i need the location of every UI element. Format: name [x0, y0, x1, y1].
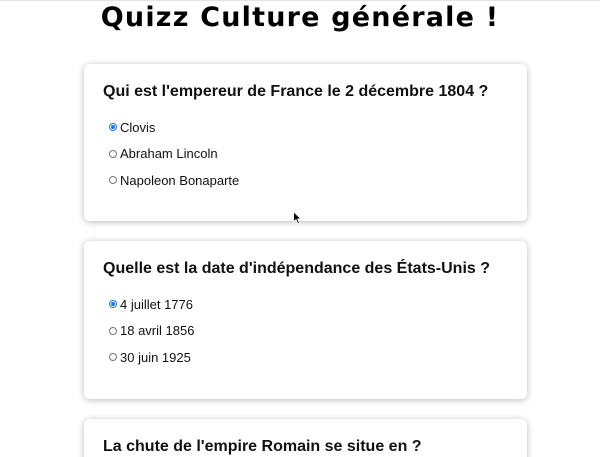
option-label: Napoleon Bonaparte: [120, 172, 240, 188]
answer-option[interactable]: Abraham Lincoln: [103, 144, 507, 164]
question-card-3: La chute de l'empire Romain se situe en …: [84, 419, 527, 457]
radio-button[interactable]: [109, 149, 117, 158]
answer-option[interactable]: 18 avril 1856: [103, 321, 507, 341]
radio-button-selected[interactable]: [109, 300, 117, 308]
radio-button[interactable]: [109, 326, 117, 335]
option-label: Clovis: [120, 119, 156, 135]
answer-option[interactable]: 4 juillet 1776: [103, 294, 507, 314]
radio-button-selected[interactable]: [109, 123, 117, 131]
option-label: 18 avril 1856: [120, 323, 195, 338]
question-card-1: Qui est l'empereur de France le 2 décemb…: [84, 64, 527, 221]
quiz-page: Quizz Culture générale ! Qui est l'emper…: [0, 0, 600, 457]
question-text: La chute de l'empire Romain se situe en …: [103, 438, 422, 455]
question-card-2: Quelle est la date d'indépendance des Ét…: [84, 241, 527, 399]
answer-option[interactable]: Clovis: [103, 117, 507, 137]
question-text: Qui est l'empereur de France le 2 décemb…: [103, 83, 489, 100]
answer-option[interactable]: Napoleon Bonaparte: [103, 170, 507, 190]
page-title: Quizz Culture générale !: [100, 2, 500, 33]
radio-button[interactable]: [109, 353, 117, 361]
question-text: Quelle est la date d'indépendance des Ét…: [103, 260, 491, 277]
mouse-pointer-icon: [293, 211, 302, 225]
top-divider: [0, 0, 600, 1]
answer-option[interactable]: 30 juin 1925: [103, 347, 507, 367]
option-label: Abraham Lincoln: [120, 146, 218, 161]
radio-button[interactable]: [109, 176, 117, 184]
option-label: 4 juillet 1776: [120, 296, 193, 312]
option-label: 30 juin 1925: [120, 349, 191, 365]
